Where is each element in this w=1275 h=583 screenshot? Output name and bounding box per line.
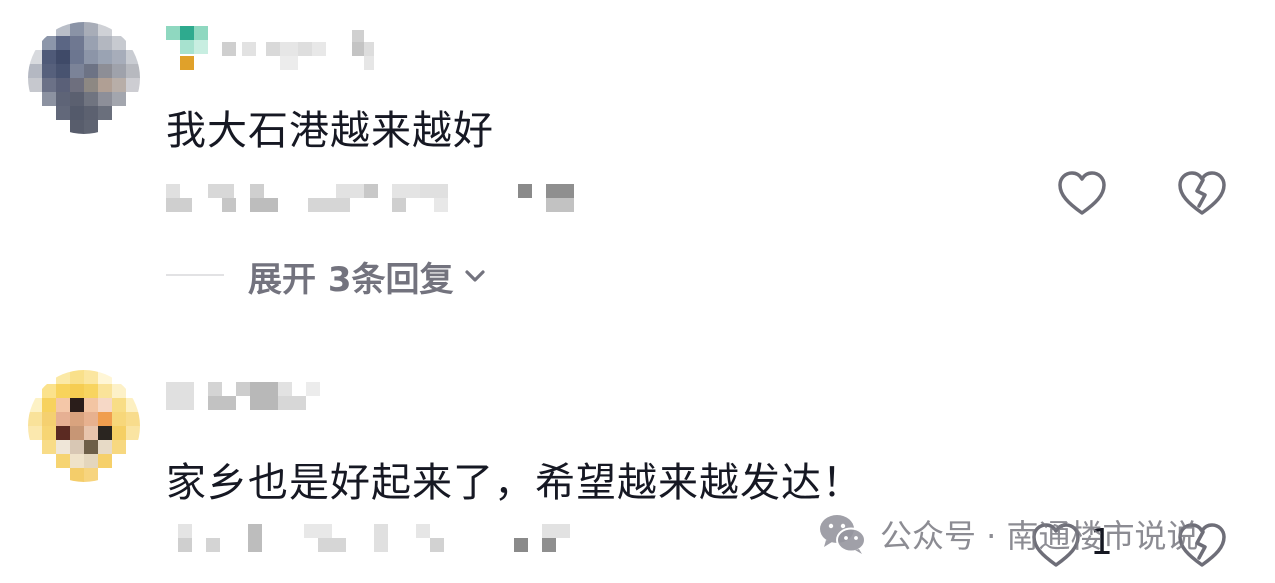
wechat-icon (820, 515, 866, 554)
heart-icon (1058, 171, 1106, 215)
broken-heart-icon (1178, 171, 1226, 215)
expand-replies-label: 展开 3条回复 (248, 259, 454, 300)
watermark: 公众号 · 南通楼市说说 (818, 510, 1199, 558)
comment-section: 我大石港越来越好 展开 3条回复 家乡也是好起来了，希望越来越发达！ 1 公众号… (0, 0, 1275, 583)
comment-meta (178, 524, 598, 554)
comment-meta (166, 184, 586, 214)
comment-text: 我大石港越来越好 (166, 108, 494, 154)
avatar[interactable] (28, 370, 140, 482)
expand-replies-button[interactable]: 展开 3条回复 (248, 254, 488, 300)
like-button[interactable] (1056, 170, 1108, 218)
comment-text: 家乡也是好起来了，希望越来越发达！ (166, 460, 863, 506)
username[interactable] (166, 26, 386, 70)
chevron-down-icon (464, 270, 485, 282)
username[interactable] (166, 382, 326, 412)
avatar[interactable] (28, 22, 140, 134)
dislike-button[interactable] (1176, 170, 1228, 218)
watermark-text: 公众号 · 南通楼市说说 (880, 517, 1199, 555)
divider (166, 274, 224, 276)
